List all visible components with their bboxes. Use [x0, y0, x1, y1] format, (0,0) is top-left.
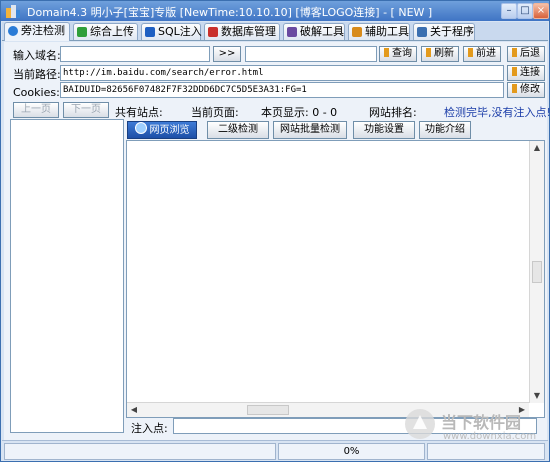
tab-about[interactable]: 关于程序	[413, 23, 475, 40]
scroll-up-icon[interactable]: ▲	[530, 141, 544, 155]
path-input[interactable]: http://im.baidu.com/search/error.html	[60, 65, 504, 81]
site-list[interactable]	[10, 119, 124, 433]
title-bar[interactable]: Domain4.3 明小子[宝宝]专版 [NewTime:10.10.10] […	[1, 1, 549, 21]
injection-label: 注入点:	[131, 422, 168, 435]
next-page-button[interactable]: 下一页	[63, 102, 109, 118]
page-display-label: 本页显示: 0 - 0	[261, 106, 338, 119]
extra-input[interactable]	[245, 46, 377, 62]
database-icon	[208, 27, 218, 37]
browse-label: 网页浏览	[149, 125, 190, 136]
modify-label: 修改	[520, 84, 540, 95]
close-button[interactable]: ×	[533, 3, 549, 19]
button-marker-icon	[384, 48, 389, 57]
crack-icon	[287, 27, 297, 37]
tab-label: 旁注检测	[21, 24, 65, 37]
refresh-label: 刷新	[434, 48, 454, 59]
forward-label: 前进	[476, 48, 496, 59]
status-message: 检测完毕,没有注入点!	[444, 106, 550, 119]
vertical-scrollbar[interactable]: ▲ ▼	[529, 141, 544, 403]
button-marker-icon	[512, 67, 517, 76]
batch-check-button[interactable]: 网站批量检测	[273, 121, 347, 139]
tab-label: 辅助工具	[365, 25, 409, 38]
scroll-left-icon[interactable]: ◀	[127, 403, 141, 417]
scroll-thumb[interactable]	[532, 261, 542, 283]
domain-input[interactable]	[60, 46, 210, 62]
total-sites-label: 共有站点:	[115, 106, 163, 119]
cookies-input[interactable]: BAIDUID=82656F07482F7F32DDD6DC7C5D5E3A31…	[60, 82, 504, 98]
button-marker-icon	[426, 48, 431, 57]
prev-page-button[interactable]: 上一页	[13, 102, 59, 118]
sql-icon	[145, 27, 155, 37]
secondary-check-button[interactable]: 二级检测	[207, 121, 269, 139]
tab-label: 综合上传	[90, 25, 134, 38]
settings-button[interactable]: 功能设置	[353, 121, 415, 139]
watermark-title: 当下软件园	[441, 413, 522, 432]
button-marker-icon	[512, 84, 517, 93]
back-button[interactable]: 后退	[507, 46, 545, 62]
refresh-button[interactable]: 刷新	[421, 46, 459, 62]
web-browser-view[interactable]: ▲ ▼ ◀ ▶	[126, 140, 545, 418]
button-marker-icon	[468, 48, 473, 57]
browse-button[interactable]: 网页浏览	[127, 121, 197, 139]
tab-label: 数据库管理	[221, 25, 276, 38]
connect-button[interactable]: 连接	[507, 65, 545, 81]
tab-bar: 旁注检测 综合上传 SQL注入 数据库管理 破解工具 辅助工具 关于程序	[2, 22, 548, 41]
status-segment-left	[4, 443, 276, 460]
tab-side-injection[interactable]: 旁注检测	[4, 22, 70, 41]
tab-label: 破解工具	[300, 25, 344, 38]
tab-database[interactable]: 数据库管理	[204, 23, 280, 40]
tools-icon	[352, 27, 362, 37]
tab-aux-tools[interactable]: 辅助工具	[348, 23, 410, 40]
button-marker-icon	[512, 48, 517, 57]
query-label: 查询	[392, 48, 412, 59]
current-page-label: 当前页面:	[191, 106, 239, 119]
tab-label: 关于程序	[430, 25, 474, 38]
scroll-thumb-h[interactable]	[247, 405, 289, 415]
info-icon	[417, 27, 427, 37]
tab-icon	[8, 26, 18, 36]
domain-label: 输入域名:	[13, 49, 61, 62]
tab-label: SQL注入	[158, 25, 202, 38]
maximize-button[interactable]: □	[517, 3, 533, 19]
watermark-icon	[405, 409, 435, 439]
path-label: 当前路径:	[13, 68, 61, 81]
tab-sql-injection[interactable]: SQL注入	[141, 23, 202, 40]
app-icon	[6, 5, 20, 18]
site-rank-label: 网站排名:	[369, 106, 417, 119]
modify-button[interactable]: 修改	[507, 82, 545, 98]
minimize-button[interactable]: –	[501, 3, 517, 19]
forward-button[interactable]: 前进	[463, 46, 501, 62]
query-button[interactable]: 查询	[379, 46, 417, 62]
watermark-url: www.downxia.com	[443, 431, 537, 442]
connect-label: 连接	[520, 67, 540, 78]
watermark-logo: 当下软件园 www.downxia.com	[403, 403, 543, 449]
back-label: 后退	[520, 48, 540, 59]
tab-upload[interactable]: 综合上传	[73, 23, 138, 40]
cookies-label: Cookies:	[13, 86, 60, 99]
tab-crack-tools[interactable]: 破解工具	[283, 23, 345, 40]
upload-icon	[77, 27, 87, 37]
window-title: Domain4.3 明小子[宝宝]专版 [NewTime:10.10.10] […	[27, 6, 433, 19]
scroll-down-icon[interactable]: ▼	[530, 389, 544, 403]
go-button[interactable]: >>	[213, 46, 241, 62]
intro-button[interactable]: 功能介绍	[419, 121, 471, 139]
app-window: Domain4.3 明小子[宝宝]专版 [NewTime:10.10.10] […	[0, 0, 550, 462]
globe-icon	[134, 122, 147, 134]
